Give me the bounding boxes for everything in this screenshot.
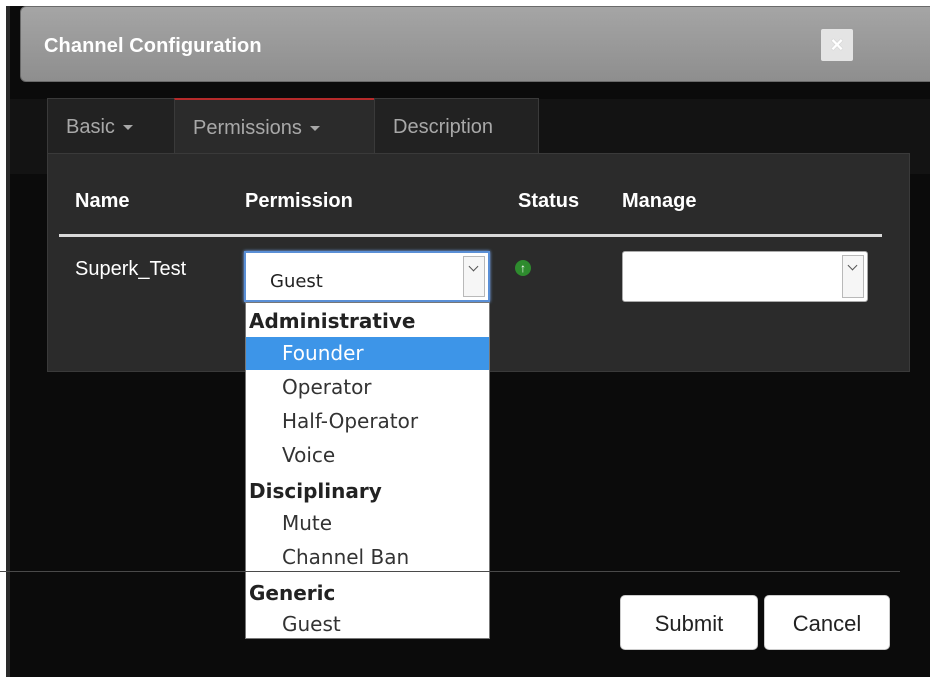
arrow-up-circle-icon: ↑	[515, 260, 531, 276]
option-operator[interactable]: Operator	[246, 371, 489, 404]
manage-select[interactable]	[622, 251, 868, 302]
permission-select-value: Guest	[270, 271, 323, 292]
optgroup-disciplinary: Disciplinary	[249, 479, 382, 503]
tab-description[interactable]: Description	[374, 98, 539, 154]
column-header-status: Status	[518, 190, 580, 212]
option-half-operator[interactable]: Half-Operator	[246, 405, 489, 438]
optgroup-administrative: Administrative	[249, 309, 416, 333]
option-mute[interactable]: Mute	[246, 507, 489, 540]
permission-select[interactable]: Guest	[244, 251, 490, 302]
tab-permissions-label: Permissions	[193, 117, 302, 139]
header-divider	[59, 234, 882, 237]
tab-permissions[interactable]: Permissions	[174, 98, 375, 154]
option-voice[interactable]: Voice	[246, 439, 489, 472]
column-header-permission: Permission	[245, 190, 353, 212]
column-header-name: Name	[75, 190, 130, 212]
cancel-button[interactable]: Cancel	[764, 595, 890, 650]
chevron-down-icon	[842, 255, 864, 298]
tab-basic[interactable]: Basic	[47, 98, 175, 154]
option-guest[interactable]: Guest	[246, 608, 489, 641]
footer-divider	[0, 571, 900, 572]
row-user-name: Superk_Test	[75, 258, 187, 280]
caret-down-icon	[122, 125, 133, 131]
tab-basic-label: Basic	[66, 116, 115, 138]
tab-description-label: Description	[393, 116, 494, 138]
option-channel-ban[interactable]: Channel Ban	[246, 541, 489, 574]
chevron-down-icon	[463, 256, 485, 297]
optgroup-generic: Generic	[249, 581, 336, 605]
option-founder[interactable]: Founder	[246, 337, 489, 370]
dialog-titlebar: Channel Configuration ×	[20, 6, 930, 82]
permission-dropdown-list: Administrative Founder Operator Half-Ope…	[245, 302, 490, 639]
submit-button[interactable]: Submit	[620, 595, 758, 650]
column-header-manage: Manage	[622, 190, 697, 212]
close-button[interactable]: ×	[821, 29, 853, 61]
dialog-title: Channel Configuration	[44, 35, 262, 57]
caret-down-icon	[309, 126, 320, 132]
